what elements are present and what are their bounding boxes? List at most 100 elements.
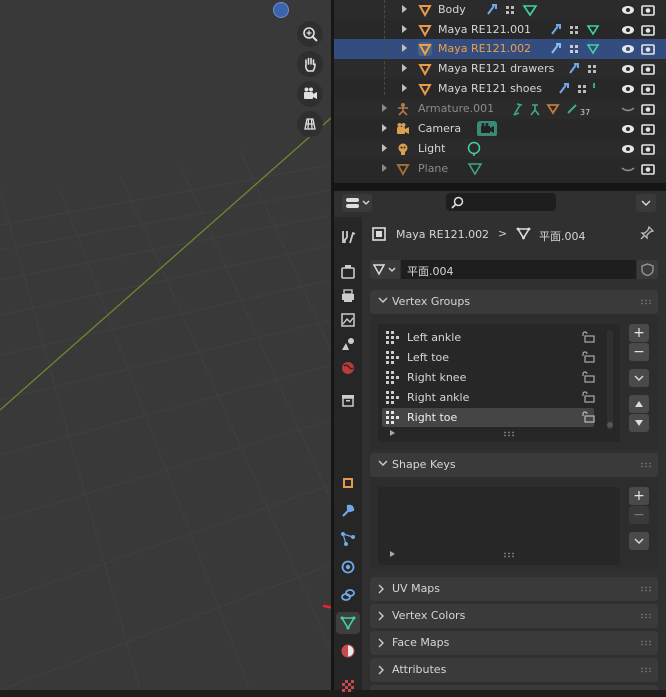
list-item[interactable]: Left ankle <box>382 328 596 347</box>
visibility-eye-icon[interactable] <box>621 82 635 96</box>
render-camera-icon[interactable] <box>641 82 655 96</box>
outliner-row-armature-001[interactable]: Armature.001 37 <box>334 99 666 119</box>
unlock-icon[interactable] <box>582 331 596 343</box>
tab-physics[interactable] <box>336 556 360 578</box>
render-camera-icon[interactable] <box>641 23 655 37</box>
pan-hand-icon[interactable] <box>297 51 323 77</box>
remove-shape-key-button[interactable]: − <box>629 506 649 524</box>
expand-arrow-icon[interactable] <box>382 104 387 112</box>
zoom-icon[interactable] <box>297 21 323 47</box>
add-vertex-group-button[interactable]: + <box>629 324 649 342</box>
tab-object[interactable] <box>336 472 360 494</box>
drag-grip-icon[interactable] <box>640 299 652 305</box>
modifier-icons[interactable] <box>566 61 606 77</box>
tab-scene[interactable] <box>336 333 360 355</box>
visibility-eye-closed-icon[interactable] <box>621 102 635 116</box>
expand-arrow-icon[interactable] <box>402 84 407 92</box>
next-panel-header[interactable] <box>370 685 658 690</box>
move-up-button[interactable] <box>629 395 649 413</box>
shape-key-specials-button[interactable] <box>629 532 649 550</box>
mesh-data-icon[interactable] <box>467 161 483 177</box>
add-shape-key-button[interactable]: + <box>629 487 649 505</box>
camera-view-icon[interactable] <box>297 81 323 107</box>
camera-data-icon[interactable] <box>476 120 498 136</box>
render-camera-icon[interactable] <box>641 3 655 17</box>
visibility-eye-icon[interactable] <box>621 23 635 37</box>
tab-modifiers[interactable] <box>336 500 360 522</box>
visibility-eye-icon[interactable] <box>621 122 635 136</box>
uv-maps-panel-header[interactable]: UV Maps <box>370 577 658 601</box>
render-camera-icon[interactable] <box>641 122 655 136</box>
expand-arrow-icon[interactable] <box>402 25 407 33</box>
render-camera-icon[interactable] <box>641 142 655 156</box>
tab-constraints[interactable] <box>336 584 360 606</box>
modifier-icons[interactable] <box>484 2 544 18</box>
visibility-eye-icon[interactable] <box>621 142 635 156</box>
outliner-row-camera[interactable]: Camera <box>334 119 666 139</box>
list-resize-grip[interactable] <box>503 431 515 437</box>
outliner-row-plane[interactable]: Plane <box>334 159 666 179</box>
expand-arrow-icon[interactable] <box>382 124 387 132</box>
outliner-row-light[interactable]: Light <box>334 139 666 159</box>
visibility-eye-icon[interactable] <box>621 42 635 56</box>
render-camera-icon[interactable] <box>641 42 655 56</box>
ortho-grid-icon[interactable] <box>297 111 323 137</box>
modifier-icons[interactable] <box>556 81 606 97</box>
tab-world[interactable] <box>336 357 360 379</box>
remove-vertex-group-button[interactable]: − <box>629 343 649 361</box>
shape-key-list[interactable] <box>378 487 620 565</box>
tab-object-data-mesh[interactable] <box>336 612 360 634</box>
drag-grip-icon[interactable] <box>640 586 652 592</box>
visibility-eye-icon[interactable] <box>621 3 635 17</box>
vertex-groups-panel-header[interactable]: Vertex Groups <box>370 290 658 314</box>
attributes-panel-header[interactable]: Attributes <box>370 658 658 682</box>
visibility-eye-icon[interactable] <box>621 62 635 76</box>
3d-viewport[interactable] <box>0 0 331 690</box>
tab-texture[interactable] <box>336 675 360 697</box>
tab-particles[interactable] <box>336 528 360 550</box>
list-resize-grip[interactable] <box>503 552 515 558</box>
render-camera-icon[interactable] <box>641 102 655 116</box>
fake-user-toggle[interactable] <box>637 260 658 279</box>
list-scrollbar[interactable] <box>607 330 613 430</box>
drag-grip-icon[interactable] <box>640 613 652 619</box>
mesh-name-field[interactable]: 平面.004 <box>401 260 636 279</box>
unlock-icon[interactable] <box>582 411 596 423</box>
drag-grip-icon[interactable] <box>640 462 652 468</box>
tab-view-layer[interactable] <box>336 309 360 331</box>
shape-keys-panel-header[interactable]: Shape Keys <box>370 453 658 477</box>
properties-editor[interactable]: Maya RE121.002 > 平面.004 平面.004 Vertex Gr… <box>334 191 666 692</box>
vertex-group-specials-button[interactable] <box>629 369 649 387</box>
move-down-button[interactable] <box>629 414 649 432</box>
unlock-icon[interactable] <box>582 391 596 403</box>
unlock-icon[interactable] <box>582 371 596 383</box>
expand-arrow-icon[interactable] <box>402 5 407 13</box>
tab-render[interactable] <box>336 261 360 283</box>
list-item[interactable]: Right ankle <box>382 388 596 407</box>
face-maps-panel-header[interactable]: Face Maps <box>370 631 658 655</box>
expand-arrow-icon[interactable] <box>402 64 407 72</box>
drag-grip-icon[interactable] <box>640 667 652 673</box>
list-item[interactable]: Right toe <box>382 408 596 427</box>
expand-arrow-icon[interactable] <box>382 144 387 152</box>
modifier-icons[interactable] <box>548 22 610 38</box>
render-camera-icon[interactable] <box>641 162 655 176</box>
expand-arrow-icon[interactable] <box>382 164 387 172</box>
mesh-browse-dropdown[interactable] <box>370 260 400 279</box>
render-camera-icon[interactable] <box>641 62 655 76</box>
light-data-icon[interactable] <box>466 141 482 157</box>
pin-icon[interactable] <box>640 226 654 240</box>
list-filter-toggle[interactable] <box>390 551 395 557</box>
modifier-icons[interactable] <box>548 41 610 57</box>
expand-arrow-icon[interactable] <box>402 44 407 52</box>
list-scrollbar-thumb[interactable] <box>607 422 613 428</box>
unlock-icon[interactable] <box>582 351 596 363</box>
vertex-group-list[interactable]: Left ankle Left toe Right knee Right ank… <box>378 324 620 442</box>
tab-material[interactable] <box>336 640 360 662</box>
list-filter-toggle[interactable] <box>390 430 395 436</box>
visibility-eye-closed-icon[interactable] <box>621 162 635 176</box>
vertex-colors-panel-header[interactable]: Vertex Colors <box>370 604 658 628</box>
tab-tool[interactable] <box>336 226 360 248</box>
drag-grip-icon[interactable] <box>640 640 652 646</box>
tab-collection[interactable] <box>336 389 360 411</box>
